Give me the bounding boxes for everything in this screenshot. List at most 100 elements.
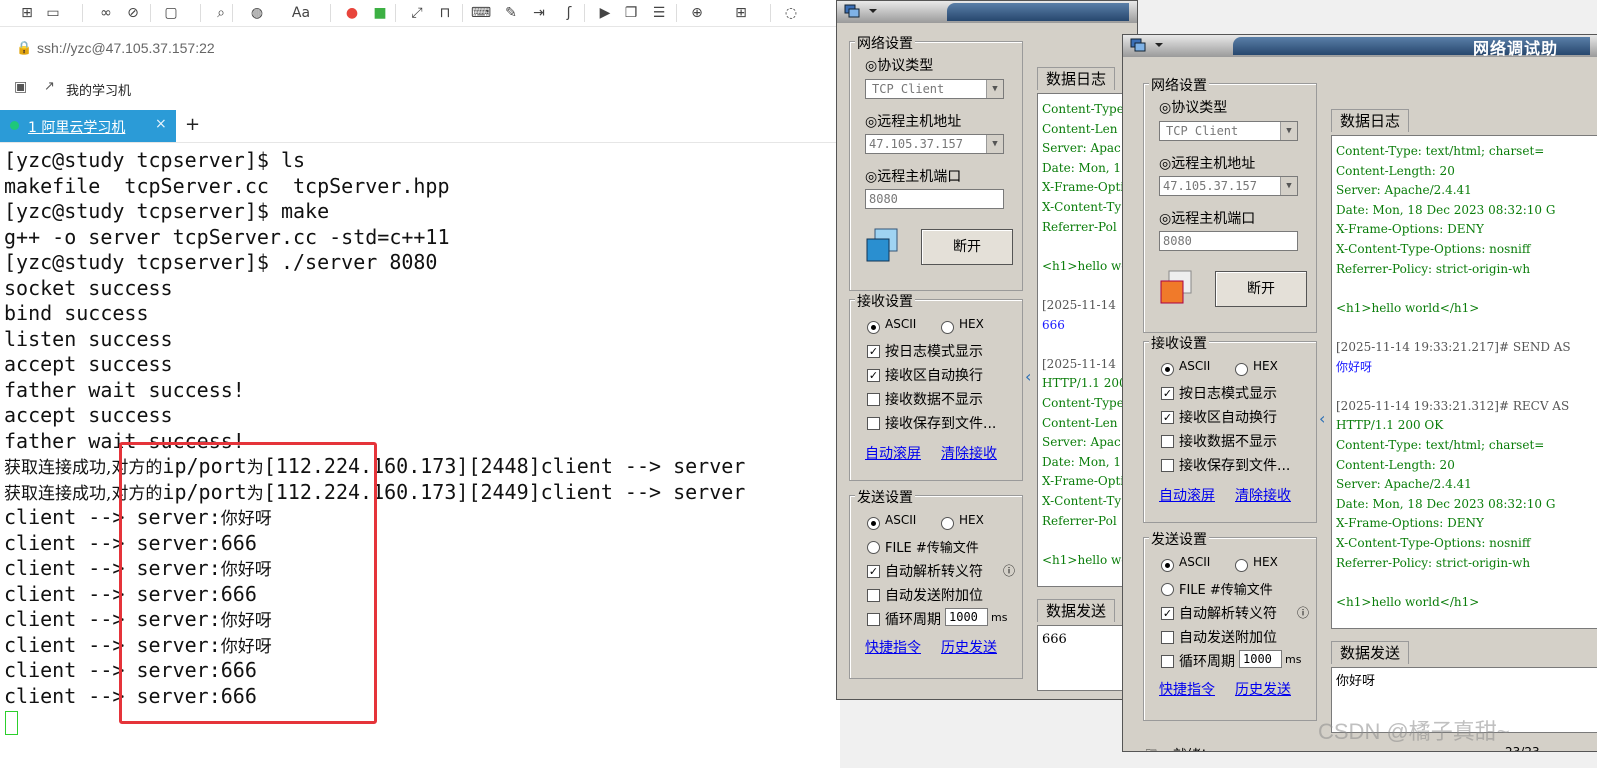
tab-label[interactable]: 1 阿里云学习机 (28, 117, 125, 137)
tab-data-send[interactable]: 数据发送 (1331, 641, 1410, 664)
connection-status-icon (865, 227, 898, 262)
send-hex-radio[interactable] (941, 517, 954, 530)
log-line: Server: Apac (1042, 141, 1121, 156)
log-line: Content-Type (1042, 396, 1124, 410)
bookmark-my-study-machine[interactable]: 我的学习机 (66, 80, 131, 99)
cycle-period-input[interactable]: 1000 (945, 608, 988, 626)
log-line: Date: Mon, 1 (1042, 454, 1122, 469)
font-icon[interactable]: Aa (290, 3, 312, 23)
recv-option-checkbox[interactable] (1161, 459, 1174, 472)
send-hex-label: HEX (959, 513, 984, 527)
app-menu-icon[interactable] (843, 3, 881, 19)
send-option-checkbox[interactable]: ✓ (1161, 607, 1174, 620)
app-menu-icon[interactable] (1129, 37, 1167, 53)
hex-radio[interactable] (1235, 363, 1248, 376)
search-icon[interactable]: ⌕ (210, 3, 232, 23)
tab-data-log[interactable]: 数据日志 (1331, 109, 1410, 132)
keyboard-icon[interactable]: ⌨ (470, 3, 492, 23)
protocol-select[interactable]: TCP Client ▼ (865, 79, 1004, 99)
address-text[interactable]: ssh://yzc@47.105.37.157:22 (37, 40, 215, 56)
send-option-checkbox[interactable] (1161, 655, 1174, 668)
disconnect-button[interactable]: 断开 (1215, 271, 1307, 307)
clear-receive-link[interactable]: 清除接收 (1235, 485, 1291, 505)
send-option-checkbox[interactable] (867, 589, 880, 602)
send-option-checkbox[interactable] (1161, 631, 1174, 644)
remote-port-input[interactable]: 8080 (1159, 231, 1298, 251)
dropdown-arrow-icon[interactable]: ▼ (1280, 177, 1297, 195)
protocol-select[interactable]: TCP Client ▼ (1159, 121, 1298, 141)
recv-option-checkbox[interactable]: ✓ (867, 369, 880, 382)
send-option-checkbox[interactable]: ✓ (867, 565, 880, 578)
collapse-arrow-icon[interactable]: ‹ (1319, 409, 1325, 428)
transfer-icon[interactable]: ⇥ (528, 3, 550, 23)
log-line: HTTP/1.1 200 OK (1336, 418, 1444, 433)
app-icon-red[interactable]: ● (341, 3, 363, 23)
chat-icon[interactable]: ◌ (780, 3, 802, 23)
shortcut-commands-link[interactable]: 快捷指令 (865, 637, 921, 657)
recv-option-checkbox[interactable]: ✓ (1161, 387, 1174, 400)
tab-data-log[interactable]: 数据日志 (1037, 67, 1116, 90)
recv-option-checkbox[interactable]: ✓ (1161, 411, 1174, 424)
data-log-pane[interactable]: Content-Type: text/html; charset= Content… (1331, 135, 1597, 629)
disconnect-button[interactable]: 断开 (921, 229, 1013, 265)
remote-port-input[interactable]: 8080 (865, 189, 1004, 209)
send-ascii-radio[interactable] (1161, 559, 1174, 572)
run-icon[interactable]: ▶ (594, 3, 616, 23)
remote-host-input[interactable]: 47.105.37.157 ▼ (1159, 176, 1298, 196)
layout-icon[interactable]: ⊞ (730, 3, 752, 23)
cycle-period-input[interactable]: 1000 (1239, 650, 1282, 668)
auto-scroll-link[interactable]: 自动滚屏 (865, 443, 921, 463)
send-history-link[interactable]: 历史发送 (941, 637, 997, 657)
unlink-icon[interactable]: ⊘ (122, 3, 144, 23)
dropdown-arrow-icon[interactable]: ▼ (986, 80, 1003, 98)
collapse-arrow-icon[interactable]: ‹ (1025, 367, 1031, 386)
new-session-icon[interactable]: ⊞ (16, 3, 38, 23)
ascii-radio[interactable] (867, 321, 880, 334)
app-icon-green[interactable]: ■ (369, 3, 391, 23)
shortcut-commands-link[interactable]: 快捷指令 (1159, 679, 1215, 699)
recv-option-checkbox[interactable] (867, 393, 880, 406)
log-icon[interactable]: ☰ (648, 3, 670, 23)
open-folder-icon[interactable]: ▭ (42, 3, 64, 23)
add-icon[interactable]: ⊕ (686, 3, 708, 23)
terminal-console[interactable]: [yzc@study tcpserver]$ ls makefile tcpSer… (0, 146, 840, 768)
recv-option-checkbox[interactable]: ✓ (867, 345, 880, 358)
recv-option-checkbox[interactable] (867, 417, 880, 430)
lock-icon[interactable]: ⊓ (434, 3, 456, 23)
add-tab-button[interactable]: + (185, 114, 200, 135)
recv-option-checkbox[interactable] (1161, 435, 1174, 448)
remote-host-value: 47.105.37.157 (1163, 179, 1257, 193)
tab-aliyun-study-machine[interactable]: 1 阿里云学习机 × (0, 110, 176, 142)
log-line: Referrer-Pol (1042, 513, 1117, 528)
bookmark-manager-icon[interactable]: ▣ (14, 79, 27, 95)
log-line: <h1>hello wo (1042, 258, 1129, 273)
send-option-checkbox[interactable] (867, 613, 880, 626)
fullscreen-icon[interactable]: ⤢ (406, 3, 428, 23)
send-history-link[interactable]: 历史发送 (1235, 679, 1291, 699)
link-icon[interactable]: ∞ (95, 3, 117, 23)
compose-icon[interactable]: ✎ (500, 3, 522, 23)
tab-data-send[interactable]: 数据发送 (1037, 599, 1116, 622)
hex-radio[interactable] (941, 321, 954, 334)
cycle-unit-label: ms (1285, 653, 1302, 666)
dropdown-arrow-icon[interactable]: ▼ (1280, 122, 1297, 140)
tab-close-icon[interactable]: × (155, 116, 167, 132)
auto-scroll-link[interactable]: 自动滚屏 (1159, 485, 1215, 505)
new-window-icon[interactable]: ▢ (160, 3, 182, 23)
remote-host-input[interactable]: 47.105.37.157 ▼ (865, 134, 1004, 154)
file-radio[interactable] (1161, 583, 1174, 596)
script-icon[interactable]: ʃ (558, 3, 580, 23)
copy-icon[interactable]: ❐ (620, 3, 642, 23)
globe-icon[interactable]: ◍ (246, 3, 268, 23)
ascii-radio[interactable] (1161, 363, 1174, 376)
send-ascii-radio[interactable] (867, 517, 880, 530)
send-hex-label: HEX (1253, 555, 1278, 569)
address-bar[interactable]: 🔒 ssh://yzc@47.105.37.157:22 (0, 34, 840, 66)
file-radio[interactable] (867, 541, 880, 554)
dropdown-arrow-icon[interactable]: ▼ (986, 135, 1003, 153)
log-line: Date: Mon, 18 Dec 2023 08:32:10 G (1336, 202, 1556, 217)
recv-option-label: 按日志模式显示 (1179, 386, 1277, 402)
console-line: accept success (4, 352, 173, 376)
send-hex-radio[interactable] (1235, 559, 1248, 572)
clear-receive-link[interactable]: 清除接收 (941, 443, 997, 463)
